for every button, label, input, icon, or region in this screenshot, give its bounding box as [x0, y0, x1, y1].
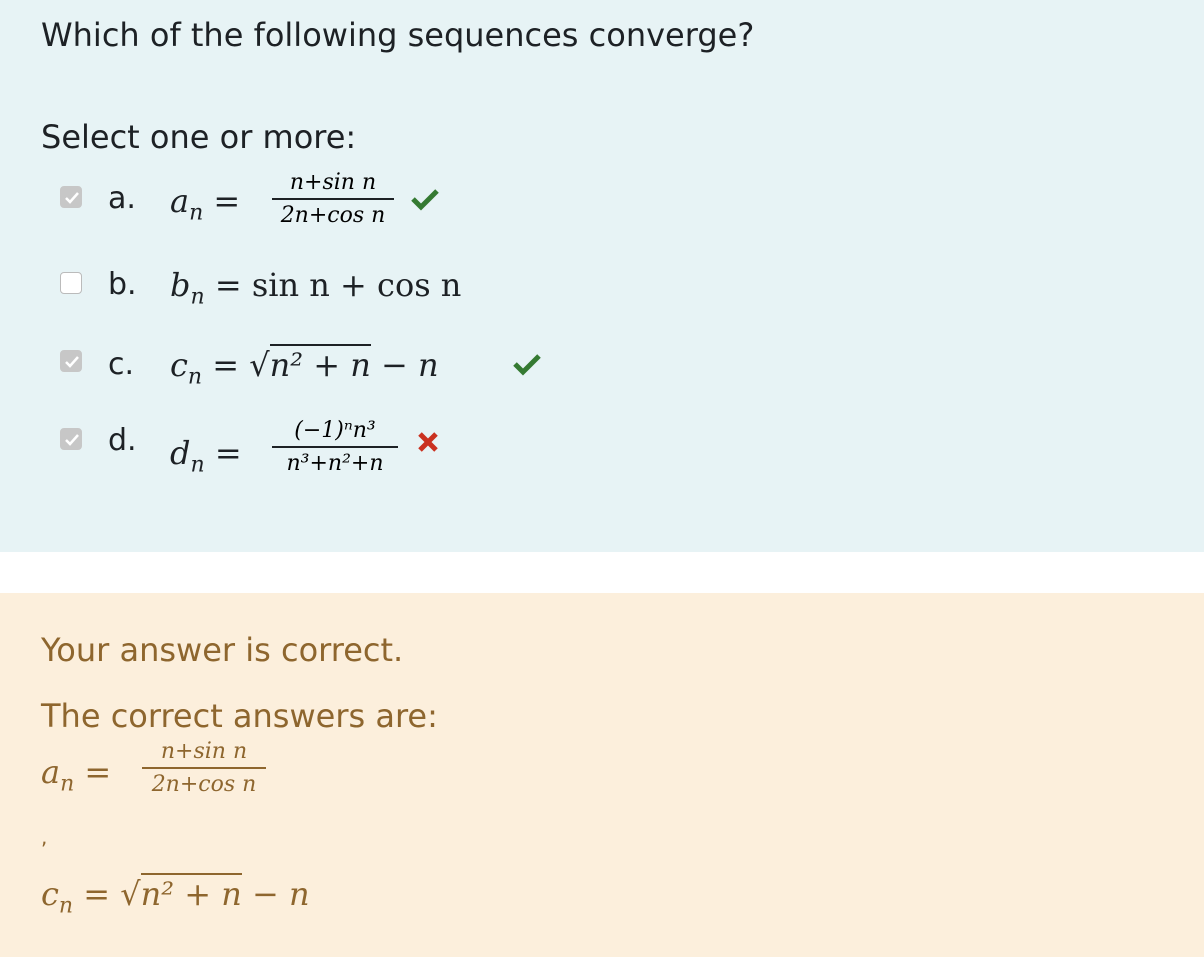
denominator: n³+n²+n	[286, 451, 384, 476]
option-letter: d.	[108, 423, 137, 458]
option-b[interactable]: b. bn = sin n + cos n	[60, 262, 560, 310]
checkbox-b[interactable]	[60, 272, 82, 294]
correct-check-icon	[411, 189, 439, 211]
sqrt-sign: √	[249, 346, 270, 384]
checkbox-a[interactable]	[60, 186, 82, 208]
option-a-lhs: an =	[170, 182, 240, 225]
subscript: n	[187, 364, 203, 390]
feedback-status: Your answer is correct.	[41, 631, 404, 669]
answer-separator: ,	[41, 825, 48, 849]
subscript: n	[190, 284, 205, 310]
option-c[interactable]: c. cn = √n² + n − n	[60, 340, 560, 390]
question-text: Which of the following sequences converg…	[41, 16, 755, 54]
option-c-tail: − n	[381, 346, 439, 384]
option-a[interactable]: a. an = n+sin n 2n+cos n	[60, 170, 460, 228]
subscript: n	[189, 200, 204, 226]
var: a	[41, 753, 61, 791]
var: c	[170, 346, 188, 384]
radicand: n² + n	[269, 344, 371, 384]
feedback-panel: Your answer is correct. The correct answ…	[0, 593, 1204, 957]
incorrect-x-icon	[418, 432, 438, 452]
subscript: n	[60, 771, 75, 797]
denominator: 2n+cos n	[151, 772, 257, 797]
var: b	[170, 266, 191, 304]
option-d-lhs: dn =	[170, 434, 242, 477]
equals: =	[214, 434, 242, 472]
subscript: n	[58, 893, 74, 919]
subscript: n	[190, 452, 205, 478]
answer-a-lhs: an =	[41, 753, 111, 796]
numerator: (−1)ⁿn³	[294, 418, 376, 443]
var: a	[170, 182, 190, 220]
equals: =	[84, 753, 112, 791]
option-letter: a.	[108, 181, 136, 216]
checkbox-c[interactable]	[60, 350, 82, 372]
option-b-rhs: = sin n + cos n	[214, 266, 462, 304]
equals: =	[83, 875, 111, 913]
option-c-math: cn = √n² + n − n	[170, 344, 439, 390]
denominator: 2n+cos n	[280, 203, 386, 228]
option-letter: c.	[108, 347, 135, 382]
radicand: n² + n	[140, 873, 242, 913]
option-d[interactable]: d. dn = (−1)ⁿn³ n³+n²+n	[60, 418, 480, 477]
checkmark-icon	[65, 434, 79, 446]
numerator: n+sin n	[289, 170, 377, 195]
option-d-fraction: (−1)ⁿn³ n³+n²+n	[272, 418, 398, 476]
option-letter: b.	[108, 267, 137, 302]
correct-check-icon	[513, 354, 541, 376]
sqrt-sign: √	[120, 875, 141, 913]
numerator: n+sin n	[160, 739, 248, 764]
fraction-bar	[142, 767, 266, 769]
answer-c-math: cn = √n² + n − n	[41, 873, 310, 919]
equals: =	[212, 346, 240, 384]
checkbox-d[interactable]	[60, 428, 82, 450]
fraction-bar	[272, 446, 398, 448]
var: c	[41, 875, 59, 913]
answer-c-tail: − n	[252, 875, 310, 913]
checkmark-icon	[65, 356, 79, 368]
correct-answers-label: The correct answers are:	[41, 697, 438, 735]
fraction-bar	[272, 198, 394, 200]
select-prompt: Select one or more:	[41, 118, 357, 156]
equals: =	[213, 182, 241, 220]
checkmark-icon	[65, 192, 79, 204]
question-panel: Which of the following sequences converg…	[0, 0, 1204, 552]
var: d	[170, 434, 191, 472]
option-a-fraction: n+sin n 2n+cos n	[272, 170, 394, 228]
answer-a-fraction: n+sin n 2n+cos n	[142, 739, 266, 797]
option-b-math: bn = sin n + cos n	[170, 266, 461, 309]
